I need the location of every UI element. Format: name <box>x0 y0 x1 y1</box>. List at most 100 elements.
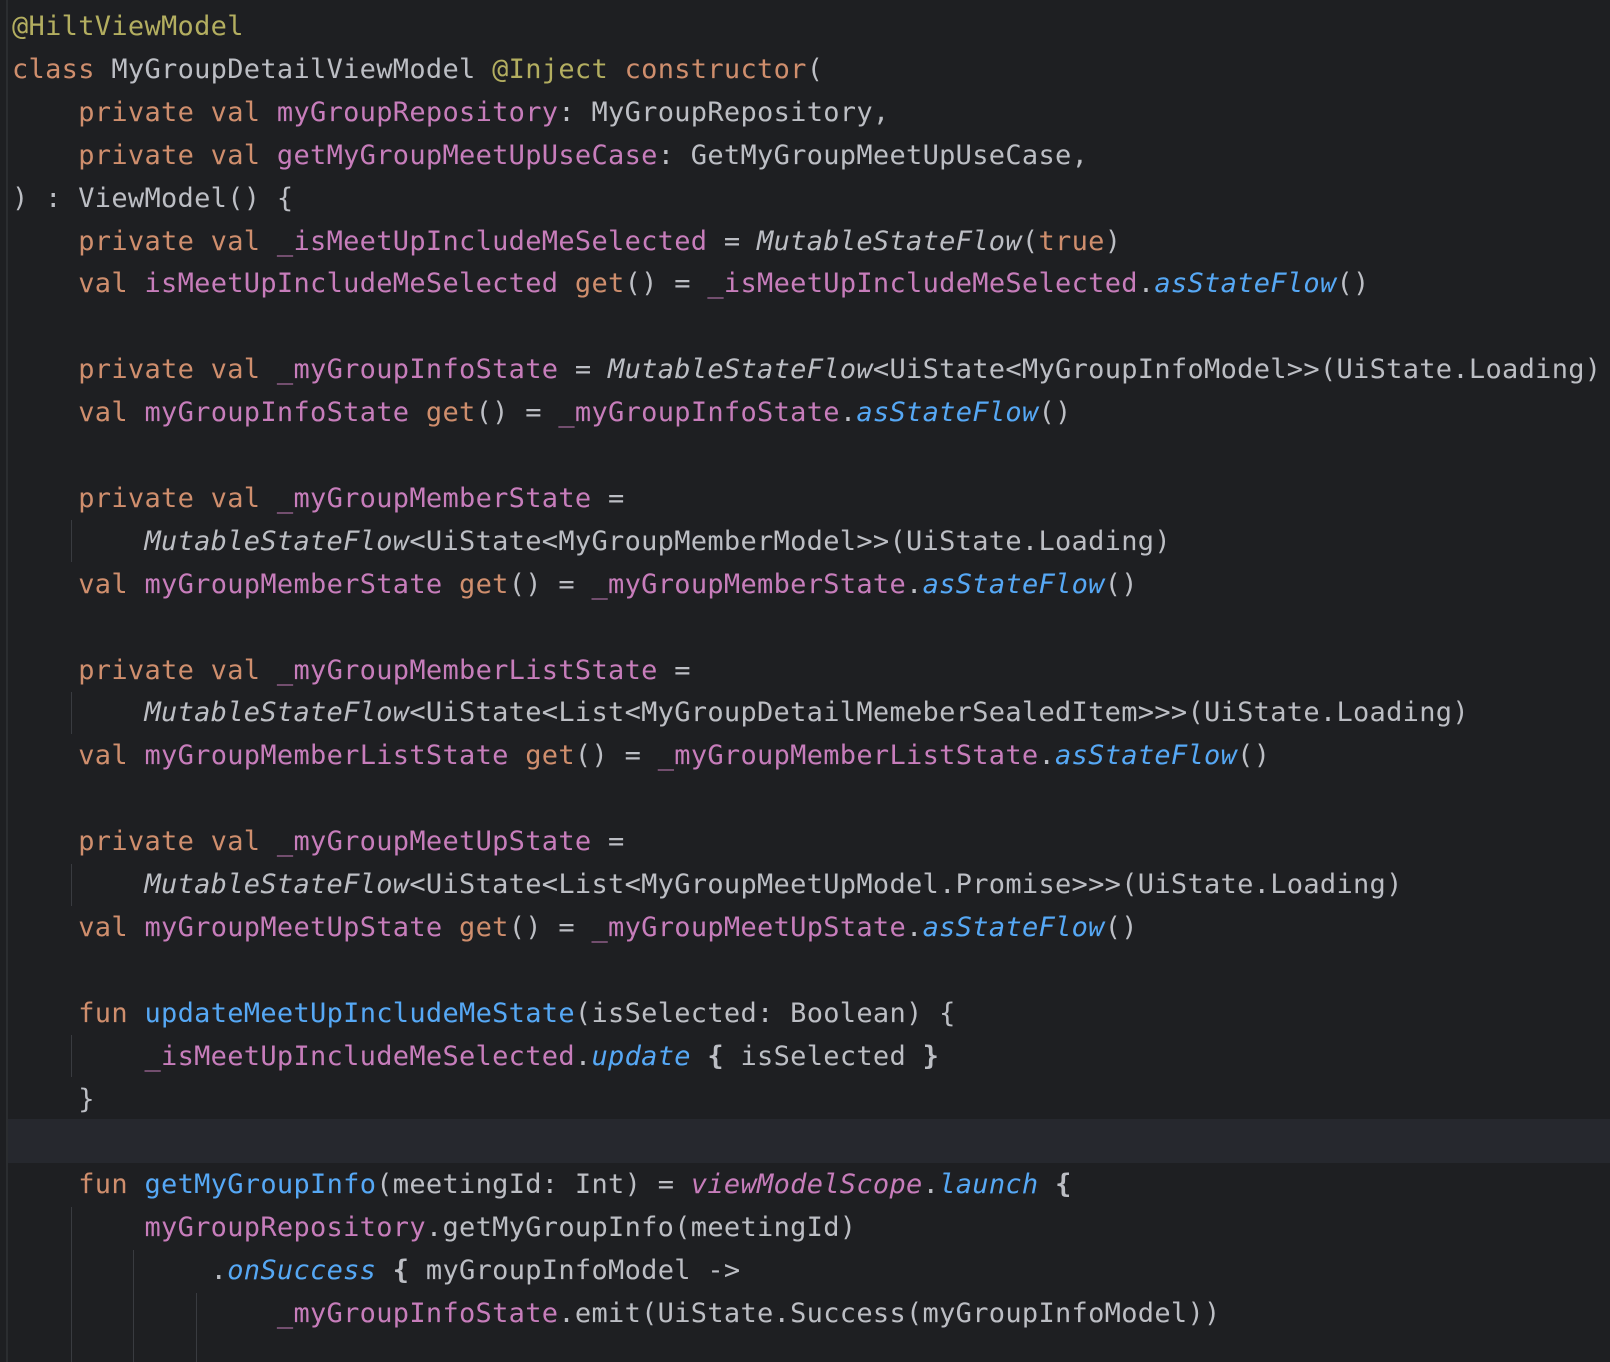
code-token: update <box>591 1040 691 1072</box>
code-line[interactable]: fun updateMeetUpIncludeMeState(isSelecte… <box>12 992 956 1036</box>
code-token: { <box>707 1040 724 1072</box>
code-token: val <box>78 268 145 300</box>
code-token: _myGroupInfoState <box>276 354 559 386</box>
code-token: . <box>12 1255 228 1287</box>
code-line[interactable]: private val myGroupRepository: MyGroupRe… <box>12 91 889 135</box>
code-token: val <box>78 911 145 943</box>
code-token: () = <box>624 268 708 300</box>
code-line[interactable]: ) : ViewModel() { <box>12 177 293 221</box>
code-token: MutableStateFlow <box>144 525 410 557</box>
code-line[interactable]: class MyGroupDetailViewModel @Inject con… <box>12 48 823 92</box>
code-line[interactable]: val myGroupInfoState get() = _myGroupInf… <box>12 391 1072 435</box>
code-token: private val <box>78 482 277 514</box>
code-token: ( <box>1021 225 1039 257</box>
code-line[interactable]: myGroupRepository.getMyGroupInfo(meeting… <box>12 1206 856 1250</box>
code-token: : MyGroupRepository, <box>558 96 890 128</box>
code-token: . <box>906 911 923 943</box>
code-line[interactable]: private val _myGroupMemberState = <box>12 477 625 521</box>
code-token: viewModelScope <box>690 1169 923 1201</box>
code-token: MutableStateFlow <box>144 869 410 900</box>
code-token: _myGroupMemberState <box>276 482 592 514</box>
code-token: myGroupMeetUpState <box>144 911 460 943</box>
code-token: _myGroupInfoState <box>558 397 840 429</box>
code-line[interactable]: val myGroupMeetUpState get() = _myGroupM… <box>12 906 1138 950</box>
code-line[interactable]: private val getMyGroupMeetUpUseCase: Get… <box>12 134 1088 178</box>
code-token: _isMeetUpIncludeMeSelected <box>707 268 1138 300</box>
code-token: <UiState<MyGroupMemberModel>>(UiState.Lo… <box>409 525 1171 557</box>
code-line[interactable]: _myGroupInfoState.emit(UiState.Success(m… <box>12 1292 1221 1336</box>
code-token: = <box>657 654 691 686</box>
code-token: asStateFlow <box>856 397 1039 429</box>
code-token: private val <box>78 354 277 386</box>
code-line[interactable]: private val _isMeetUpIncludeMeSelected =… <box>12 220 1121 264</box>
code-token: isSelected <box>723 1040 923 1072</box>
code-token: . <box>906 568 923 600</box>
code-token: MutableStateFlow <box>144 697 410 729</box>
code-token: myGroupInfoModel -> <box>409 1255 741 1287</box>
code-line[interactable]: MutableStateFlow<UiState<MyGroupMemberMo… <box>12 520 1171 564</box>
code-token: . <box>1137 268 1155 300</box>
code-token: () <box>1336 268 1370 300</box>
code-token: . <box>574 1040 592 1072</box>
code-token: asStateFlow <box>1055 740 1238 772</box>
code-token: . <box>1038 740 1056 772</box>
code-token: myGroupRepository <box>276 96 559 128</box>
code-line[interactable]: val isMeetUpIncludeMeSelected get() = _i… <box>12 262 1370 306</box>
code-token: () <box>1038 397 1072 429</box>
code-token: () = <box>508 568 592 600</box>
code-token: launch <box>939 1169 1039 1201</box>
code-line[interactable]: .onSuccess { myGroupInfoModel -> <box>12 1249 741 1293</box>
code-line[interactable]: @HiltViewModel <box>12 5 244 49</box>
code-token: get <box>459 911 509 943</box>
code-token: private val <box>78 654 277 686</box>
code-token: _myGroupMemberListState <box>276 654 658 686</box>
code-line[interactable]: } <box>12 1078 95 1122</box>
code-line[interactable]: private val _myGroupMeetUpState = <box>12 820 625 864</box>
code-token: _isMeetUpIncludeMeSelected <box>276 225 708 257</box>
code-token: <UiState<MyGroupInfoModel>>(UiState.Load… <box>872 354 1602 386</box>
code-token: = <box>558 354 609 386</box>
code-token: myGroupInfoState <box>144 397 426 429</box>
code-token: MutableStateFlow <box>757 225 1022 257</box>
code-token: asStateFlow <box>1154 268 1337 300</box>
code-token: asStateFlow <box>922 568 1105 600</box>
code-token: } <box>922 1040 940 1072</box>
code-token: . <box>839 397 857 429</box>
code-token: () <box>1237 740 1271 772</box>
code-token: private val <box>78 826 277 858</box>
code-token: ) <box>1104 225 1122 257</box>
code-token: _myGroupMeetUpState <box>276 826 592 858</box>
code-line[interactable]: val myGroupMemberState get() = _myGroupM… <box>12 563 1138 607</box>
code-line[interactable]: MutableStateFlow<UiState<List<MyGroupDet… <box>12 691 1469 735</box>
code-token: asStateFlow <box>922 911 1105 943</box>
code-line[interactable]: _isMeetUpIncludeMeSelected.update { isSe… <box>12 1035 939 1079</box>
code-line[interactable]: val myGroupMemberListState get() = _myGr… <box>12 734 1270 778</box>
code-line[interactable]: MutableStateFlow<UiState<List<MyGroupMee… <box>12 863 1403 907</box>
code-token: (meetingId: Int) = <box>376 1169 691 1201</box>
code-line[interactable]: private val _myGroupInfoState = MutableS… <box>12 348 1601 392</box>
code-line[interactable]: fun getMyGroupInfo(meetingId: Int) = vie… <box>12 1163 1072 1207</box>
code-token: val <box>78 740 145 772</box>
code-token: MutableStateFlow <box>608 354 873 386</box>
code-token: _myGroupMemberListState <box>657 740 1039 772</box>
code-editor[interactable]: @HiltViewModel class MyGroupDetailViewMod… <box>0 0 1610 1362</box>
code-token: = <box>591 826 625 858</box>
code-token: get <box>525 740 575 772</box>
code-line[interactable]: private val _myGroupMemberListState = <box>12 649 691 693</box>
code-token: onSuccess <box>227 1255 377 1287</box>
